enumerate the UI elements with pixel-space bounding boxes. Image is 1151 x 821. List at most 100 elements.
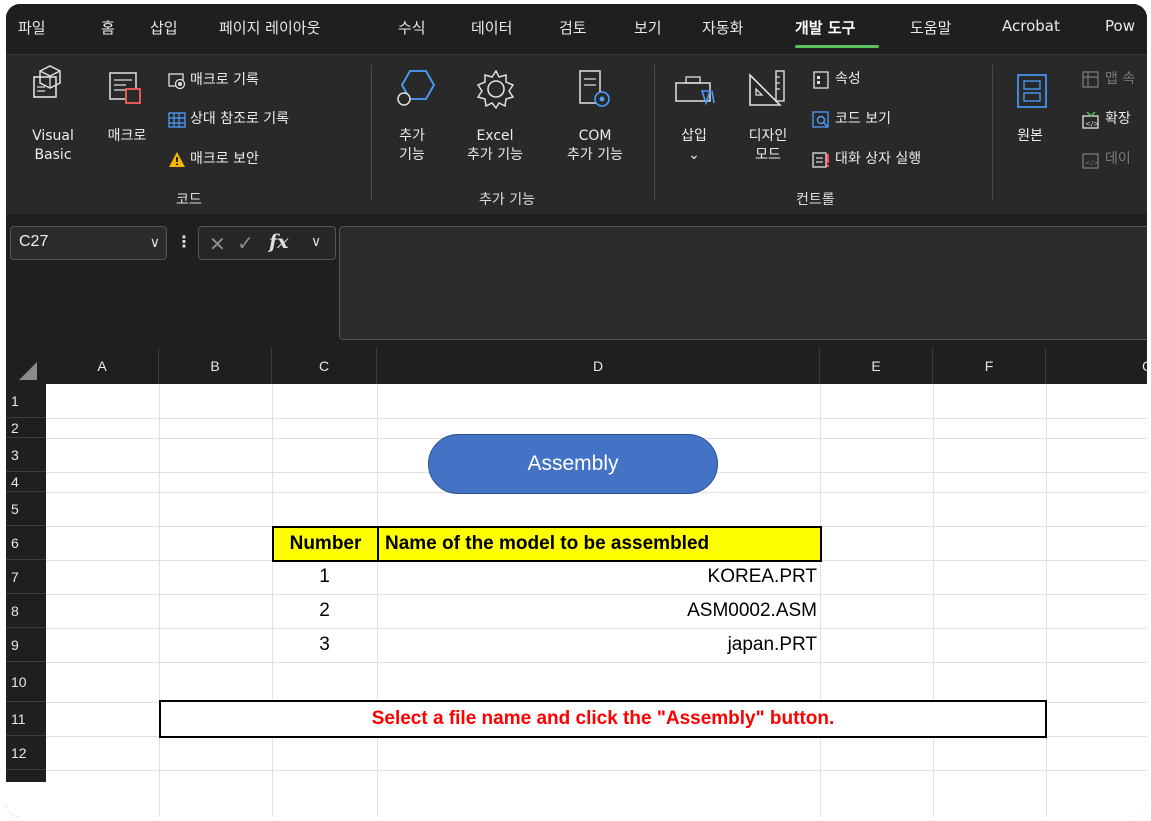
insert-function-icon[interactable]: fx	[269, 231, 289, 253]
design-mode-icon[interactable]	[746, 67, 790, 115]
tab-review[interactable]: 검토	[559, 17, 587, 38]
addins-icon[interactable]	[394, 67, 438, 115]
table-cell-model-name[interactable]: KOREA.PRT	[377, 560, 820, 594]
xml-source-label[interactable]: 원본	[1010, 127, 1050, 146]
tab-view[interactable]: 보기	[634, 17, 662, 38]
macro-security-label[interactable]: 매크로 보안	[190, 150, 259, 169]
tab-insert[interactable]: 삽입	[150, 17, 178, 38]
row-header-12[interactable]: 12	[6, 736, 46, 770]
active-tab-indicator	[795, 45, 879, 48]
design-mode-label-1[interactable]: 디자인	[736, 127, 800, 146]
chevron-down-icon[interactable]: ⌄	[674, 146, 714, 165]
row-header-5[interactable]: 5	[6, 492, 46, 526]
com-addins-label-2[interactable]: 추가 기능	[554, 146, 636, 165]
view-code-label[interactable]: 코드 보기	[835, 110, 891, 129]
expansion-pack-label[interactable]: 확장	[1105, 110, 1131, 129]
column-header-a[interactable]: A	[46, 348, 159, 384]
refresh-data-icon: </>	[1082, 151, 1100, 169]
column-header-b[interactable]: B	[159, 348, 272, 384]
row-header-4[interactable]: 4	[6, 472, 46, 492]
warning-icon[interactable]	[168, 151, 186, 169]
tab-acrobat[interactable]: Acrobat	[1002, 17, 1060, 35]
table-cell-number[interactable]: 1	[272, 560, 377, 594]
row-header-8[interactable]: 8	[6, 594, 46, 628]
record-macro-icon[interactable]	[168, 72, 186, 90]
tab-data[interactable]: 데이터	[471, 17, 512, 38]
table-cell-model-name[interactable]: japan.PRT	[377, 628, 820, 662]
more-options-icon[interactable]: ⋮	[176, 232, 192, 251]
worksheet-grid: A B C D E F G 1 2 3 4 5 6 7 8 9 10 11 12	[6, 348, 1147, 817]
group-separator	[654, 65, 655, 200]
tab-help[interactable]: 도움말	[910, 17, 951, 38]
design-mode-label-2[interactable]: 모드	[736, 146, 800, 165]
formula-controls: ✕ ✓ fx ∨	[198, 226, 336, 260]
ribbon-tabs: 파일 홈 삽입 페이지 레이아웃 수식 데이터 검토 보기 자동화 개발 도구 …	[6, 4, 1147, 50]
tab-automate[interactable]: 자동화	[702, 17, 743, 38]
excel-addins-icon[interactable]	[474, 67, 518, 115]
properties-label[interactable]: 속성	[835, 70, 861, 89]
column-header-e[interactable]: E	[820, 348, 933, 384]
group-label-controls: 컨트롤	[796, 192, 835, 208]
macro-icon[interactable]	[106, 69, 146, 113]
excel-addins-label-1[interactable]: Excel	[454, 127, 536, 146]
tab-developer[interactable]: 개발 도구	[795, 17, 855, 38]
table-header-model-name[interactable]: Name of the model to be assembled	[377, 526, 822, 562]
view-code-icon[interactable]	[812, 111, 830, 129]
addins-label-1[interactable]: 추가	[394, 127, 430, 146]
tab-power[interactable]: Pow	[1105, 17, 1135, 35]
row-header-3[interactable]: 3	[6, 438, 46, 472]
column-header-d[interactable]: D	[377, 348, 820, 384]
xml-source-icon[interactable]	[1016, 73, 1052, 117]
row-header-10[interactable]: 10	[6, 662, 46, 702]
table-cell-number[interactable]: 3	[272, 628, 377, 662]
macro-label[interactable]: 매크로	[99, 127, 155, 146]
row-header-11[interactable]: 11	[6, 702, 46, 736]
visual-basic-label-2[interactable]: Basic	[30, 146, 76, 165]
relative-reference-label[interactable]: 상대 참조로 기록	[190, 110, 289, 129]
com-addins-label-1[interactable]: COM	[554, 127, 636, 146]
assembly-button[interactable]: Assembly	[428, 434, 718, 494]
formula-bar: C27 ∨ ⋮ ✕ ✓ fx ∨	[6, 216, 1147, 348]
excel-addins-label-2[interactable]: 추가 기능	[454, 146, 536, 165]
row-header-1[interactable]: 1	[6, 384, 46, 418]
properties-icon[interactable]	[812, 71, 830, 89]
row-header-2[interactable]: 2	[6, 418, 46, 438]
tab-formulas[interactable]: 수식	[398, 17, 426, 38]
insert-control-icon[interactable]	[674, 73, 718, 117]
column-header-f[interactable]: F	[933, 348, 1046, 384]
group-label-addins: 추가 기능	[479, 192, 535, 208]
map-properties-label: 맵 속	[1105, 71, 1136, 87]
row-header-9[interactable]: 9	[6, 628, 46, 662]
tab-home[interactable]: 홈	[101, 17, 115, 38]
record-macro-label[interactable]: 매크로 기록	[190, 71, 259, 90]
name-box[interactable]: C27 ∨	[10, 226, 167, 260]
relative-reference-icon[interactable]	[168, 111, 186, 129]
com-addins-icon[interactable]	[574, 69, 618, 117]
table-header-number[interactable]: Number	[272, 526, 379, 562]
row-header-7[interactable]: 7	[6, 560, 46, 594]
select-all-button[interactable]	[6, 348, 46, 384]
visual-basic-icon[interactable]	[30, 65, 70, 109]
column-header-c[interactable]: C	[272, 348, 377, 384]
cells-area[interactable]: Assembly Number Name of the model to be …	[46, 384, 1147, 817]
tab-file[interactable]: 파일	[18, 17, 46, 38]
chevron-down-icon[interactable]: ∨	[311, 234, 321, 250]
insert-control-label[interactable]: 삽입	[674, 127, 714, 146]
row-header-6[interactable]: 6	[6, 526, 46, 560]
ribbon-developer: Visual Basic 매크로 매크로 기록 상대 참조로 기록 매크로 보안…	[6, 54, 1147, 214]
expansion-pack-icon[interactable]: </>	[1082, 111, 1100, 129]
table-cell-model-name[interactable]: ASM0002.ASM	[377, 594, 820, 628]
visual-basic-label-1[interactable]: Visual	[30, 127, 76, 146]
run-dialog-icon[interactable]	[812, 151, 830, 169]
confirm-icon[interactable]: ✓	[237, 231, 254, 255]
row-header-13[interactable]	[6, 770, 46, 782]
tab-page-layout[interactable]: 페이지 레이아웃	[219, 17, 320, 38]
table-cell-number[interactable]: 2	[272, 594, 377, 628]
run-dialog-label[interactable]: 대화 상자 실행	[835, 150, 921, 169]
cancel-icon[interactable]: ✕	[209, 232, 226, 256]
svg-text:</>: </>	[1085, 159, 1099, 167]
column-header-g[interactable]: G	[1046, 348, 1147, 384]
formula-input[interactable]	[339, 226, 1147, 340]
chevron-down-icon[interactable]: ∨	[150, 234, 160, 251]
addins-label-2[interactable]: 기능	[394, 146, 430, 165]
